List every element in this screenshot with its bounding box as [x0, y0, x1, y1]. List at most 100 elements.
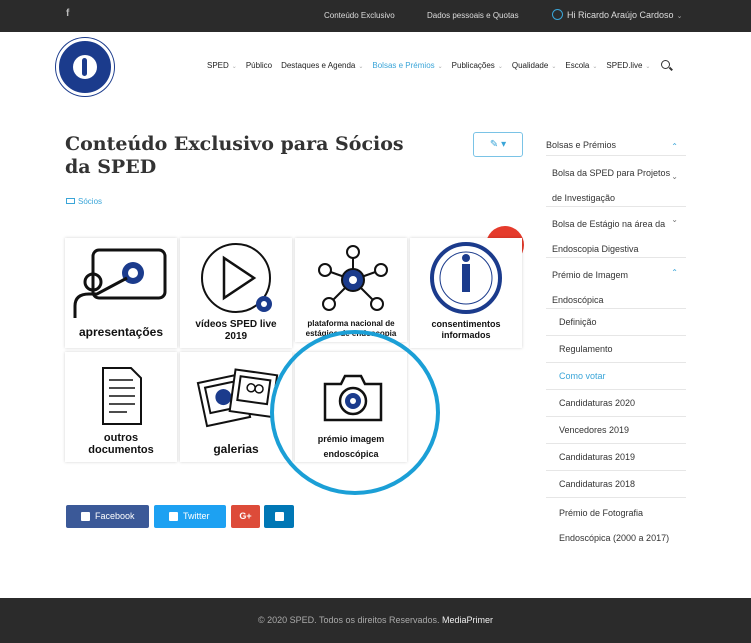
tile-videos-sped-live[interactable]: vídeos SPED live 2019: [180, 238, 292, 348]
main-nav: SPED ⌄ Público Destaques e Agenda ⌄ Bolsas…: [207, 61, 659, 70]
sidebar-subitem-regulamento[interactable]: Regulamento: [546, 336, 686, 363]
chevron-up-icon: ⌃: [671, 268, 678, 277]
footer-copyright: © 2020 SPED. Todos os direitos Reservado…: [257, 615, 440, 625]
edit-button[interactable]: ✎ ▾: [473, 132, 523, 157]
chevron-up-icon: ⌃: [671, 142, 678, 151]
chevron-down-icon: ⌄: [645, 64, 651, 70]
breadcrumb[interactable]: Sócios: [66, 197, 102, 206]
user-menu[interactable]: Hi Ricardo Araújo Cardoso ⌄: [567, 10, 682, 20]
tile-label: apresentações: [78, 325, 164, 339]
folder-icon: [66, 198, 75, 204]
sidebar-subitem-definicao[interactable]: Definição: [546, 309, 686, 336]
network-icon: [318, 245, 388, 311]
tile-outros-documentos[interactable]: outros documentos: [65, 352, 177, 462]
sidebar-subitem-premio-fotografia[interactable]: Prémio de Fotografia Endoscópica (2000 a…: [546, 498, 686, 548]
tile-label: vídeos SPED live 2019: [180, 319, 292, 343]
chevron-down-icon: ⌄: [592, 64, 598, 70]
chevron-down-icon: ⌄: [231, 64, 237, 70]
nav-label: Público: [245, 61, 273, 70]
sidebar-item-label: Como votar: [559, 371, 606, 381]
sidebar-item-label: de Investigação: [552, 193, 616, 203]
sidebar-item-bolsa-estagio[interactable]: Bolsa de Estágio na área da Endoscopia D…: [546, 207, 686, 258]
nav-item-sped[interactable]: SPED ⌄: [207, 61, 237, 70]
facebook-icon[interactable]: f: [66, 8, 69, 19]
page-title: Conteúdo Exclusivo para Sócios da SPED: [65, 133, 404, 178]
chevron-down-icon: ⌄: [551, 64, 557, 70]
sped-logo[interactable]: [56, 38, 114, 96]
nav-label: Bolsas e Prémios: [372, 61, 435, 70]
sidebar-item-label: Bolsa de Estágio na área da: [552, 219, 666, 229]
sidebar-subitem-vencedores-2019[interactable]: Vencedores 2019: [546, 417, 686, 444]
photo-gallery-icon: [196, 368, 279, 428]
nav-label: Publicações: [451, 61, 495, 70]
highlight-circle: [270, 330, 440, 495]
share-label: Twitter: [183, 511, 210, 521]
tile-apresentacoes[interactable]: apresentações: [65, 238, 177, 348]
sidebar-item-label: Candidaturas 2018: [559, 479, 636, 489]
share-twitter-button[interactable]: Twitter: [154, 505, 226, 528]
sidebar-heading[interactable]: Bolsas e Prémios ⌃: [546, 132, 686, 156]
sidebar-item-label: Bolsa da SPED para Projetos: [552, 168, 671, 178]
nav-item-qualidade[interactable]: Qualidade ⌄: [512, 61, 557, 70]
footer: © 2020 SPED. Todos os direitos Reservado…: [0, 598, 751, 643]
sidebar-item-label: Regulamento: [559, 344, 613, 354]
sidebar-item-bolsa-projetos[interactable]: Bolsa da SPED para Projetos de Investiga…: [546, 156, 686, 207]
linkedin-icon: [275, 512, 284, 522]
sidebar-item-label: Endoscópica (2000 a 2017): [559, 533, 670, 543]
nav-item-destaques[interactable]: Destaques e Agenda ⌄: [281, 61, 363, 70]
user-icon: [552, 9, 563, 20]
nav-label: Escola: [565, 61, 590, 70]
tile-plataforma-estagios[interactable]: plataforma nacional de estágios de endosc…: [295, 238, 407, 342]
tile-label: outros documentos: [65, 432, 177, 456]
sidebar-subitem-candidaturas-2019[interactable]: Candidaturas 2019: [546, 444, 686, 471]
sidebar-item-label: Candidaturas 2019: [559, 452, 636, 462]
footer-brand-link[interactable]: MediaPrimer: [442, 615, 493, 625]
chevron-down-icon: ⌄: [358, 64, 364, 70]
tile-consentimentos[interactable]: consentimentos informados: [410, 238, 522, 348]
share-label: Facebook: [95, 511, 135, 521]
chevron-down-icon: ⌄: [497, 64, 503, 70]
tile-label-line: outros: [103, 432, 139, 444]
share-linkedin-button[interactable]: [264, 505, 294, 528]
chevron-down-icon: ⌄: [671, 215, 678, 224]
tile-label: consentimentos informados: [410, 319, 522, 341]
tile-label: galerias: [213, 442, 259, 456]
top-link-dados-pessoais[interactable]: Dados pessoais e Quotas: [427, 11, 519, 20]
tile-label-line: vídeos SPED live: [195, 319, 277, 330]
sidebar-subitem-candidaturas-2018[interactable]: Candidaturas 2018: [546, 471, 686, 498]
logo-emblem: [73, 55, 97, 79]
chevron-down-icon: ⌄: [671, 172, 678, 181]
sidebar-heading-label: Bolsas e Prémios: [546, 140, 617, 150]
share-facebook-button[interactable]: Facebook: [66, 505, 149, 528]
nav-item-escola[interactable]: Escola ⌄: [565, 61, 597, 70]
sidebar-item-label: Prémio de Imagem: [552, 270, 629, 280]
chevron-down-icon: ⌄: [676, 13, 683, 20]
nav-label: Destaques e Agenda: [281, 61, 356, 70]
nav-item-publicacoes[interactable]: Publicações ⌄: [452, 61, 503, 70]
tile-label-line: 2019: [224, 331, 248, 342]
header: SPED ⌄ Público Destaques e Agenda ⌄ Bolsas…: [0, 32, 751, 104]
nav-item-publico[interactable]: Público: [246, 61, 272, 70]
sped-seal-icon: [430, 242, 502, 314]
sidebar-item-label: Vencedores 2019: [559, 425, 630, 435]
sidebar-subitem-como-votar[interactable]: Como votar: [546, 363, 686, 390]
sidebar-item-label: Endoscópica: [552, 295, 604, 305]
sidebar-item-premio-imagem[interactable]: Prémio de Imagem Endoscópica ⌃: [546, 258, 686, 309]
sidebar-item-label: Endoscopia Digestiva: [552, 244, 639, 254]
presentation-icon: [73, 248, 167, 318]
play-icon: [201, 243, 272, 313]
sidebar-item-label: Definição: [559, 317, 597, 327]
nav-item-sped-live[interactable]: SPED.live ⌄: [606, 61, 650, 70]
user-name: Hi Ricardo Araújo Cardoso: [567, 10, 674, 20]
share-google-plus-button[interactable]: G+: [231, 505, 260, 528]
breadcrumb-category: Sócios: [78, 197, 103, 206]
sidebar-item-label: Prémio de Fotografia: [559, 508, 644, 518]
document-icon: [102, 367, 142, 425]
tile-label-line: consentimentos: [431, 319, 501, 329]
tile-label-line: informados: [441, 330, 491, 340]
search-icon[interactable]: [661, 60, 670, 69]
nav-item-bolsas[interactable]: Bolsas e Prémios ⌄: [372, 61, 442, 70]
sidebar-subitem-candidaturas-2020[interactable]: Candidaturas 2020: [546, 390, 686, 417]
top-link-conteudo-exclusivo[interactable]: Conteúdo Exclusivo: [324, 11, 395, 20]
tile-label-line: plataforma nacional de: [307, 319, 395, 328]
